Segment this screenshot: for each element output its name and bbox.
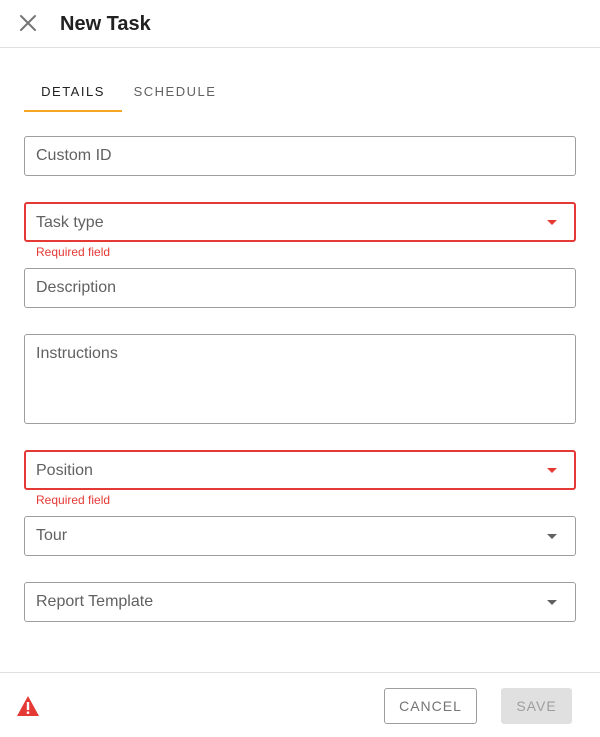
report-template-placeholder: Report Template [36,593,154,610]
dialog-footer: CANCEL SAVE [0,672,600,737]
description-input[interactable]: Description [24,268,576,308]
warning-icon [17,696,39,716]
tab-details[interactable]: DETAILS [24,76,122,112]
position-select[interactable]: Position [24,450,576,490]
chevron-down-icon [547,534,557,539]
task-type-placeholder: Task type [36,214,104,231]
chevron-down-icon [547,600,557,605]
chevron-down-icon [547,468,557,473]
task-type-select[interactable]: Task type [24,202,576,242]
tour-placeholder: Tour [36,527,68,544]
tab-schedule[interactable]: SCHEDULE [126,76,224,112]
position-placeholder: Position [36,462,93,479]
position-error: Required field [36,493,111,507]
close-icon[interactable] [18,13,38,33]
cancel-button[interactable]: CANCEL [384,688,477,724]
dialog-title: New Task [60,13,151,35]
chevron-down-icon [547,220,557,225]
instructions-textarea[interactable]: Instructions [24,334,576,424]
dialog-header: New Task [0,0,600,48]
tab-bar: DETAILS SCHEDULE [24,76,576,112]
custom-id-input[interactable]: Custom ID [24,136,576,176]
description-placeholder: Description [36,279,117,296]
instructions-placeholder: Instructions [36,345,118,362]
custom-id-placeholder: Custom ID [36,147,112,164]
tour-select[interactable]: Tour [24,516,576,556]
report-template-select[interactable]: Report Template [24,582,576,622]
save-button[interactable]: SAVE [501,688,572,724]
task-type-error: Required field [36,245,111,259]
